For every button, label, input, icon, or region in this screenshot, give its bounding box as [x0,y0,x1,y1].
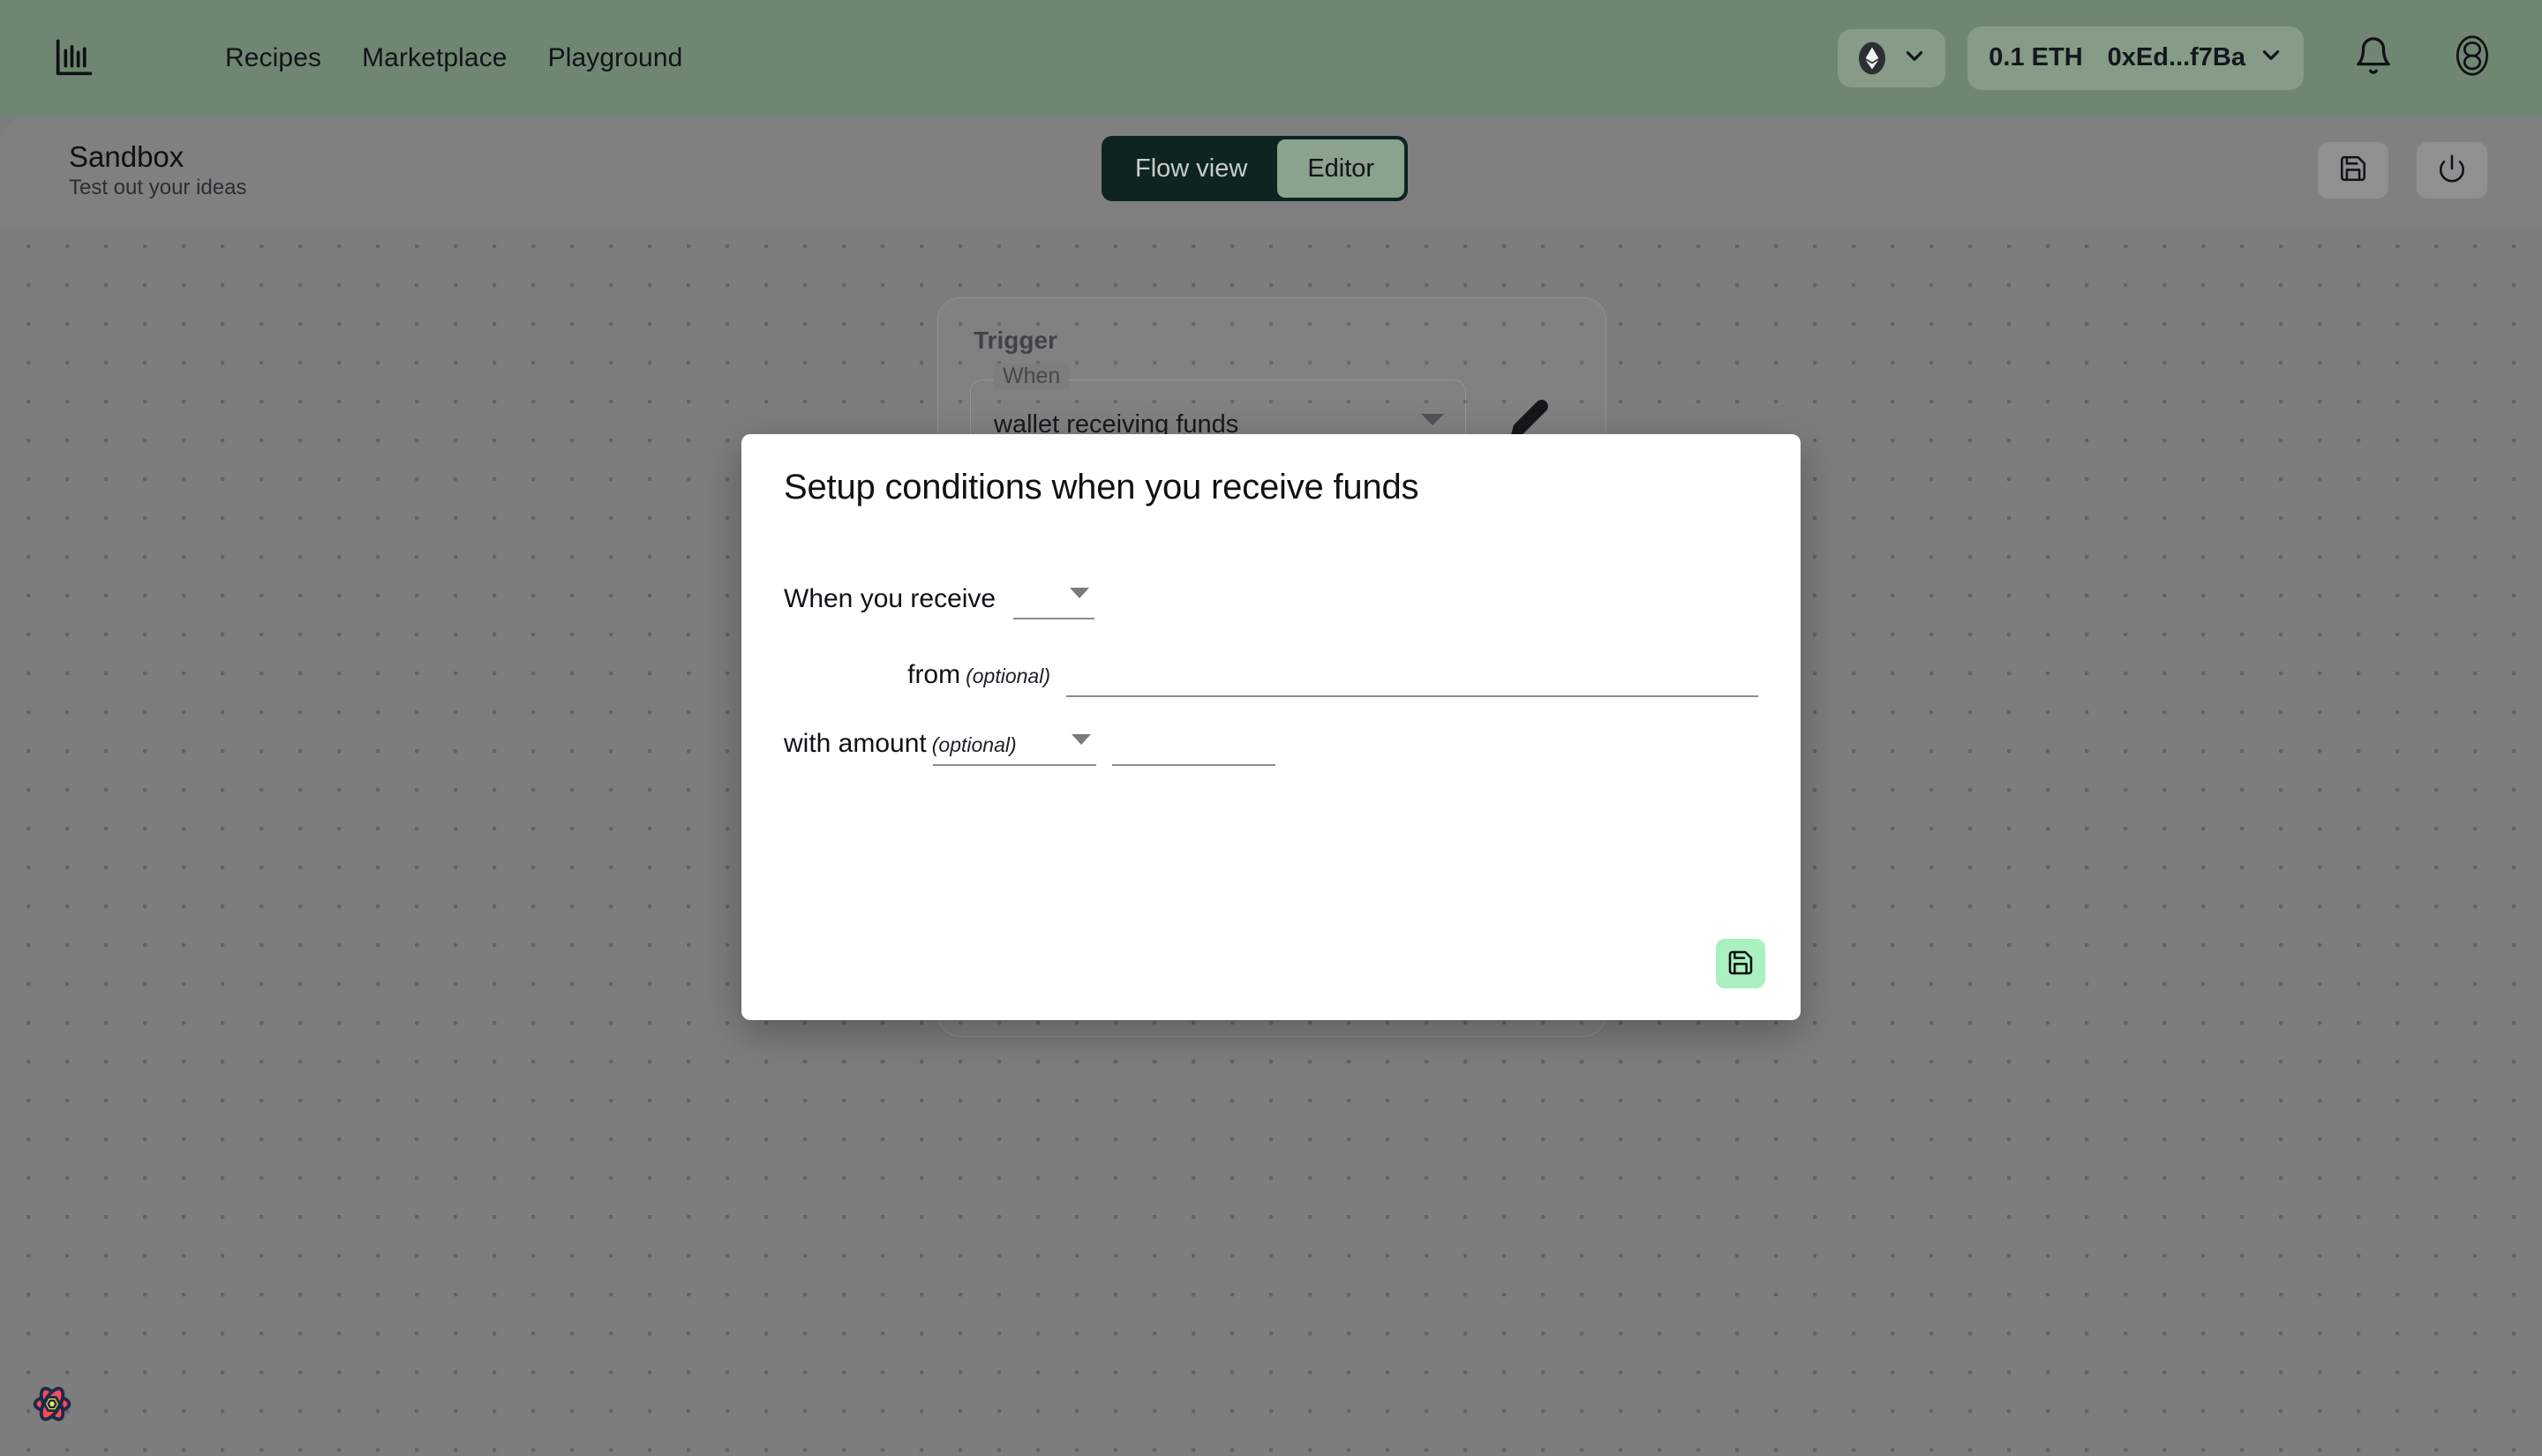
receive-field-label: When you receive [784,584,996,613]
triangle-down-icon [1072,734,1091,745]
amount-value-input[interactable] [1112,724,1275,764]
from-field-label: from (optional) [784,660,1066,697]
from-label-text: from [907,660,961,689]
amount-label-text: with amount [784,729,927,758]
field-row-receive: When you receive [784,577,1095,619]
amount-operator-select[interactable] [933,724,1096,766]
from-address-field[interactable] [1066,655,1758,697]
from-optional-tag: (optional) [966,664,1050,687]
from-address-input[interactable] [1066,655,1758,695]
setup-conditions-dialog: Setup conditions when you receive funds … [741,434,1801,1020]
dialog-save-button[interactable] [1716,939,1765,988]
amount-value-field[interactable] [1112,724,1275,766]
amount-field-label: with amount (optional) [784,729,1017,766]
app-root: Trigger When wallet receiving funds Reci… [0,0,2542,1456]
field-row-from: from (optional) [784,655,1758,697]
react-atom-logo[interactable] [25,1377,79,1431]
field-row-amount: with amount (optional) [784,724,1758,766]
triangle-down-icon [1070,588,1090,598]
floppy-disk-icon [1726,949,1755,979]
dialog-title: Setup conditions when you receive funds [784,468,1419,507]
receive-asset-select[interactable] [1013,577,1095,619]
